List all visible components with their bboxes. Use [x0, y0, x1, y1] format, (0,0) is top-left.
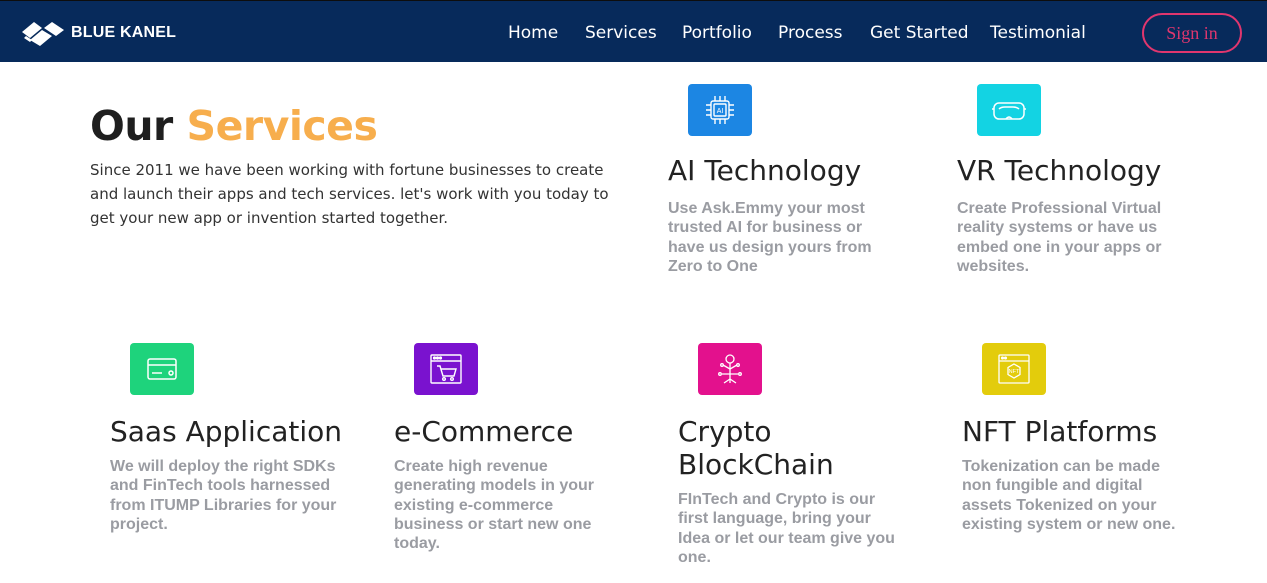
brand-name: BLUE KANEL	[71, 24, 177, 41]
nft-token-icon: NFT	[982, 343, 1046, 395]
service-desc-vr: Create Professional Virtual reality syst…	[957, 200, 1162, 275]
blockchain-key-icon	[698, 343, 762, 395]
svg-text:NFT: NFT	[1009, 369, 1020, 375]
service-title-saas: Saas Application	[110, 415, 343, 448]
service-desc-crypto: FInTech and Crypto is our first language…	[678, 491, 895, 566]
brand-logo[interactable]: BLUE KANEL	[20, 17, 176, 49]
shopping-cart-icon	[414, 343, 478, 395]
service-title-vr: VR Technology	[957, 154, 1162, 187]
service-desc-ai: Use Ask.Emmy your most trusted AI for bu…	[668, 200, 872, 275]
nav-link-testimonial[interactable]: Testimonial	[990, 23, 1086, 43]
nav-link-process[interactable]: Process	[778, 23, 843, 43]
service-title-nft: NFT Platforms	[962, 415, 1158, 448]
service-desc-saas: We will deploy the right SDKs and FinTec…	[110, 458, 337, 533]
service-card-ai: AI AI Technology Use Ask.Emmy your most …	[668, 84, 898, 284]
ai-chip-icon: AI	[688, 84, 752, 136]
title-prefix: Our	[90, 102, 173, 150]
service-desc-ecommerce: Create high revenue generating models in…	[394, 458, 595, 553]
nav-link-services[interactable]: Services	[585, 23, 657, 43]
title-accent: Services	[186, 102, 378, 150]
service-title-ecommerce: e-Commerce	[394, 415, 574, 448]
service-card-nft: NFT NFT Platforms Tokenization can be ma…	[962, 343, 1202, 543]
sign-in-button[interactable]: Sign in	[1142, 13, 1242, 53]
service-card-vr: VR Technology Create Professional Virtua…	[957, 84, 1187, 284]
service-card-crypto: Crypto BlockChain FInTech and Crypto is …	[678, 343, 918, 573]
page-title: Our Services	[90, 102, 378, 150]
svg-text:AI: AI	[717, 108, 724, 115]
nav-link-get-started[interactable]: Get Started	[870, 23, 968, 43]
vr-headset-icon	[977, 84, 1041, 136]
service-card-ecommerce: e-Commerce Create high revenue generatin…	[394, 343, 634, 563]
service-title-crypto: Crypto BlockChain	[678, 415, 834, 481]
intro-text: Since 2011 we have been working with for…	[90, 161, 609, 227]
kanel-logo-icon	[22, 22, 64, 46]
service-desc-nft: Tokenization can be made non fungible an…	[962, 458, 1176, 533]
service-card-saas: Saas Application We will deploy the righ…	[110, 343, 350, 543]
credit-card-icon	[130, 343, 194, 395]
service-title-ai: AI Technology	[668, 154, 862, 187]
top-navbar: BLUE KANEL Home Services Portfolio Proce…	[0, 0, 1267, 62]
nav-link-portfolio[interactable]: Portfolio	[682, 23, 752, 43]
nav-link-home[interactable]: Home	[508, 23, 558, 43]
